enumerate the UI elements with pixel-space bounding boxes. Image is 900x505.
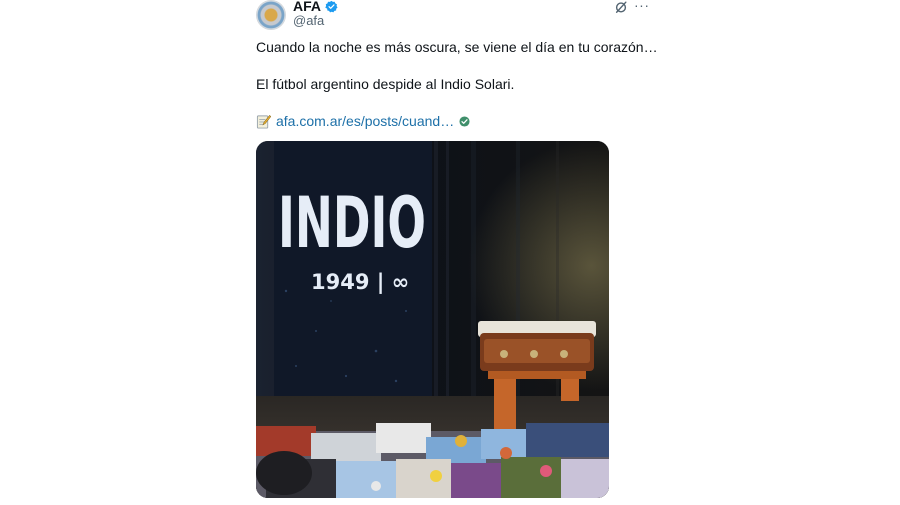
tweet-media-image[interactable]: INDIO 1949 | ∞	[256, 141, 609, 498]
grok-icon[interactable]	[614, 0, 628, 14]
link-row[interactable]: afa.com.ar/es/posts/cuand…	[256, 113, 470, 129]
link-url[interactable]: afa.com.ar/es/posts/cuand…	[276, 113, 454, 129]
tweet-text-line-1: Cuando la noche es más oscura, se viene …	[256, 39, 658, 55]
verified-badge-icon	[325, 0, 338, 12]
screen-title-text: INDIO	[278, 182, 426, 264]
more-options-icon[interactable]: ···	[634, 0, 650, 12]
author-name-row[interactable]: AFA	[293, 0, 338, 14]
avatar[interactable]	[256, 0, 286, 30]
memorial-scene-photo: INDIO 1949 | ∞	[256, 141, 609, 498]
display-name[interactable]: AFA	[293, 0, 321, 14]
handle[interactable]: @afa	[293, 13, 324, 28]
tweet-text-line-2: El fútbol argentino despide al Indio Sol…	[256, 76, 515, 92]
screen-years-text: 1949 | ∞	[311, 270, 409, 295]
memo-icon	[256, 114, 271, 129]
verified-link-check-icon	[459, 115, 470, 127]
